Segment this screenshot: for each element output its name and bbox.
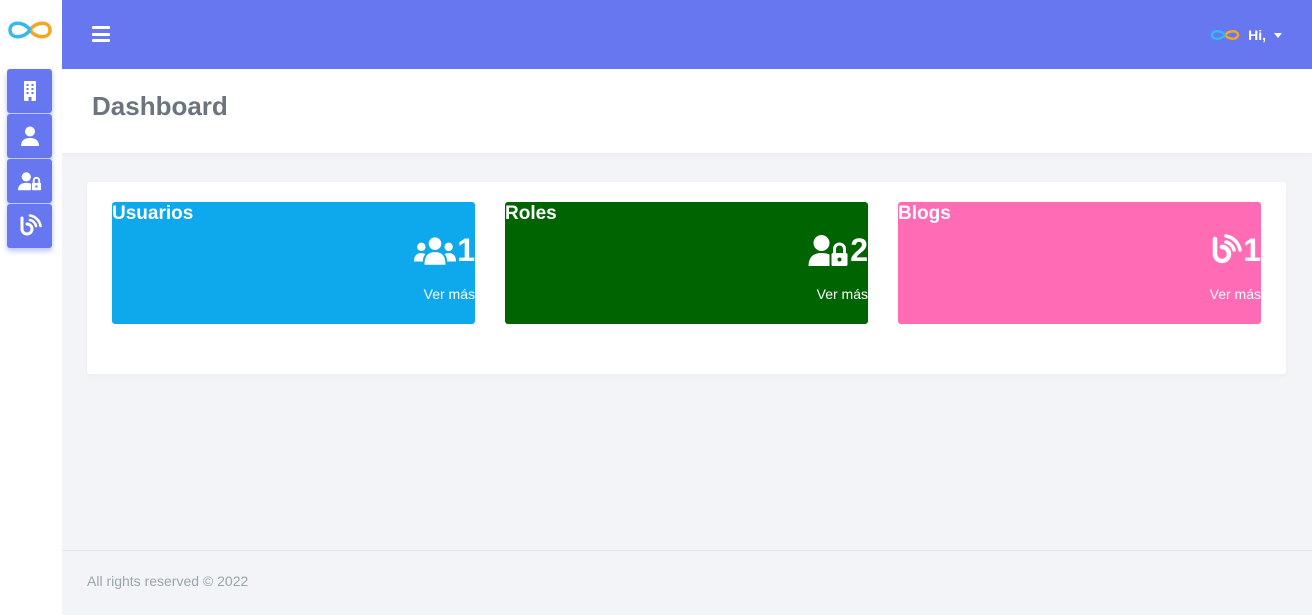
blog-icon <box>20 214 42 236</box>
stat-count: 1 <box>1243 232 1261 268</box>
menu-toggle-icon[interactable] <box>92 26 110 42</box>
infinity-logo-icon[interactable] <box>7 15 53 45</box>
stat-title: Usuarios <box>112 203 194 224</box>
stats-card: Usuarios 1 Ver más Roles 2 Ver más Blogs… <box>87 182 1286 374</box>
user-greeting: Hi, <box>1248 27 1266 43</box>
stat-title: Roles <box>505 203 557 224</box>
footer-copyright: All rights reserved © 2022 <box>87 573 249 589</box>
ver-mas-link[interactable]: Ver más <box>817 286 868 302</box>
stat-card-blogs[interactable]: Blogs 1 Ver más <box>898 202 1261 324</box>
stat-count: 2 <box>850 232 868 268</box>
page-title: Dashboard <box>92 91 228 121</box>
sidebar-item-users[interactable] <box>7 114 52 158</box>
sidebar-item-blogs[interactable] <box>7 204 52 248</box>
stat-card-users[interactable]: Usuarios 1 Ver más <box>112 202 475 324</box>
topbar: Hi, <box>62 0 1312 69</box>
building-icon <box>23 81 36 101</box>
blog-icon <box>1212 234 1242 264</box>
ver-mas-link[interactable]: Ver más <box>1210 286 1261 302</box>
ver-mas-link[interactable]: Ver más <box>424 286 475 302</box>
user-dropdown[interactable]: Hi, <box>1210 24 1282 46</box>
sidebar-item-companies[interactable] <box>7 69 52 113</box>
stat-metric: 1 <box>414 232 475 268</box>
user-lock-icon <box>808 235 848 266</box>
sidebar-item-roles[interactable] <box>7 159 52 203</box>
stat-card-roles[interactable]: Roles 2 Ver más <box>505 202 868 324</box>
user-lock-icon <box>17 172 41 191</box>
stat-metric: 1 <box>1210 232 1261 268</box>
page-header: Dashboard <box>62 69 1312 153</box>
users-icon <box>414 237 457 265</box>
stat-count: 1 <box>457 232 475 268</box>
caret-down-icon <box>1274 32 1282 38</box>
stat-title: Blogs <box>898 203 951 224</box>
stat-metric: 2 <box>808 232 868 268</box>
user-avatar-icon <box>1210 30 1240 40</box>
user-icon <box>20 126 39 146</box>
footer: All rights reserved © 2022 <box>62 550 1312 615</box>
sidebar <box>0 0 62 615</box>
